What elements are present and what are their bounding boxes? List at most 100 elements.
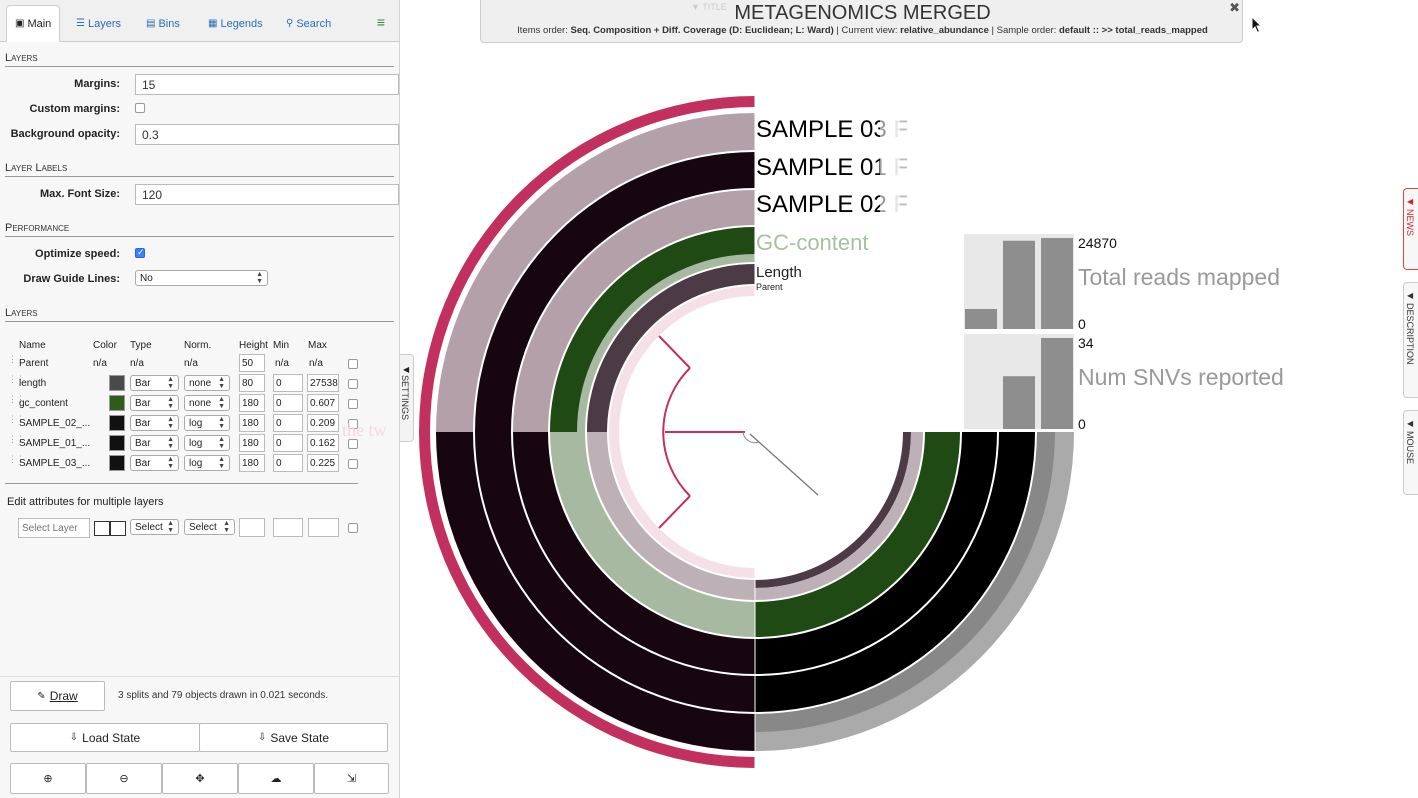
background-opacity-input[interactable] <box>135 124 399 145</box>
chart-title-1: Num SNVs reported <box>1078 364 1284 390</box>
layer-row-sample-02[interactable]: ⋮⋮ SAMPLE_02_... Bar ▲ ▼ log ▲ ▼ 180 0 0.209 <box>5 414 394 434</box>
layer-max-text: n/a <box>309 358 323 369</box>
layer-select-checkbox[interactable] <box>348 399 358 409</box>
draw-guide-lines-select[interactable]: No ▲ ▼ <box>135 270 268 286</box>
multi-select-checkbox[interactable] <box>348 523 358 533</box>
layer-norm-text: n/a <box>184 358 198 369</box>
export-button[interactable]: ⇲ <box>314 763 389 794</box>
layer-height-input[interactable]: 180 <box>239 434 265 452</box>
layer-name: Parent <box>19 358 49 369</box>
layer-max-input[interactable]: 0.225 <box>307 454 339 472</box>
news-tab[interactable]: ◀ NEWS <box>1403 188 1418 270</box>
layer-row-length[interactable]: ⋮⋮ length Bar ▲ ▼ none ▲ ▼ 80 0 27538 <box>5 374 394 394</box>
tab-layers[interactable]: ☰ Layers <box>68 5 129 42</box>
layer-row-gc-content[interactable]: ⋮⋮ gc_content Bar ▲ ▼ none ▲ ▼ 180 0 0.607 <box>5 394 394 414</box>
tab-search[interactable]: ⚲ Search <box>278 5 339 42</box>
drag-handle-icon[interactable]: ⋮⋮ <box>8 455 25 471</box>
layer-height-input[interactable]: 180 <box>239 454 265 472</box>
chart-max-label-0: 24870 <box>1078 235 1117 251</box>
layer-type-select[interactable]: Bar ▲ ▼ <box>130 415 179 431</box>
layer-type-select[interactable]: Bar ▲ ▼ <box>130 395 179 411</box>
select-arrows-icon: ▲ ▼ <box>218 376 225 390</box>
layer-type-select[interactable]: Bar ▲ ▼ <box>130 375 179 391</box>
multi-min-input[interactable] <box>273 518 303 537</box>
layer-norm-select[interactable]: none ▲ ▼ <box>184 375 230 391</box>
layer-min-input[interactable]: 0 <box>273 434 303 452</box>
draw-button[interactable]: ✎ Draw <box>10 681 105 711</box>
layers-table-section-title: Layers <box>5 307 394 322</box>
chart-title-0: Total reads mapped <box>1078 264 1280 290</box>
layer-row-sample-01[interactable]: ⋮⋮ SAMPLE_01_... Bar ▲ ▼ log ▲ ▼ 180 0 0.162 <box>5 434 394 454</box>
select-layer-input[interactable] <box>18 518 90 538</box>
tab-main[interactable]: ▣ Main <box>6 5 60 42</box>
performance-section-title: Performance <box>5 222 394 237</box>
close-icon[interactable]: ✖ <box>1229 0 1240 16</box>
layer-max-input[interactable]: 0.607 <box>307 394 339 412</box>
zoom-in-button[interactable]: ⊕ <box>10 763 86 794</box>
tab-bins[interactable]: ▤ Bins <box>138 5 188 42</box>
load-state-button[interactable]: ⇩ Load State <box>10 723 200 752</box>
layer-min-input[interactable]: 0 <box>273 454 303 472</box>
layer-color-swatch[interactable] <box>109 455 125 471</box>
layer-max-input[interactable]: 0.209 <box>307 414 339 432</box>
hamburger-menu-icon[interactable]: ≡ <box>377 14 385 30</box>
multi-max-input[interactable] <box>308 518 339 537</box>
optimize-speed-checkbox[interactable] <box>135 247 145 258</box>
layer-max-input[interactable]: 27538 <box>307 374 339 392</box>
drag-handle-icon[interactable]: ⋮⋮ <box>8 375 25 391</box>
layer-row-parent[interactable]: ⋮⋮ Parent n/a n/a n/a 50 n/a n/a <box>5 354 394 374</box>
chart-max-label-1: 34 <box>1078 335 1094 351</box>
divider <box>5 483 358 484</box>
layer-color-swatch[interactable] <box>109 395 125 411</box>
center-button[interactable]: ✥ <box>162 763 238 794</box>
layer-height-input[interactable]: 180 <box>239 414 265 432</box>
layer-type-select[interactable]: Bar ▲ ▼ <box>130 455 179 471</box>
layer-color-swatch[interactable] <box>109 435 125 451</box>
save-state-button[interactable]: ⇩ Save State <box>199 723 388 752</box>
layer-height-input[interactable]: 50 <box>239 354 265 372</box>
layer-select-checkbox[interactable] <box>348 379 358 389</box>
layer-min-input[interactable]: 0 <box>273 374 303 392</box>
custom-margins-checkbox[interactable] <box>135 103 145 113</box>
drag-handle-icon[interactable]: ⋮⋮ <box>8 435 25 451</box>
multi-type-select[interactable]: Select ▲ ▼ <box>130 519 179 535</box>
mouse-tab[interactable]: ◀ MOUSE <box>1403 410 1418 495</box>
select-arrows-icon: ▲ ▼ <box>167 396 174 410</box>
layer-select-checkbox[interactable] <box>348 359 358 369</box>
drag-handle-icon[interactable]: ⋮⋮ <box>8 395 25 411</box>
tab-bar: ▣ Main ☰ Layers ▤ Bins ▦ Legends ⚲ Searc… <box>0 0 399 42</box>
layer-color-swatch[interactable] <box>109 415 125 431</box>
multi-color-swatch-1[interactable] <box>94 521 110 536</box>
title-panel: ▼ TITLE METAGENOMICS MERGED ✖ Items orde… <box>480 0 1243 43</box>
mouse-tab-label: MOUSE <box>1405 431 1415 465</box>
multi-height-input[interactable] <box>239 518 265 537</box>
layer-name: SAMPLE_03_... <box>19 458 91 469</box>
layer-min-input[interactable]: 0 <box>273 414 303 432</box>
dendrogram <box>658 335 819 529</box>
layer-min-input[interactable]: 0 <box>273 394 303 412</box>
layer-type-select[interactable]: Bar ▲ ▼ <box>130 435 179 451</box>
layer-row-sample-03[interactable]: ⋮⋮ SAMPLE_03_... Bar ▲ ▼ log ▲ ▼ 180 0 0.225 <box>5 454 394 474</box>
layer-height-input[interactable]: 80 <box>239 374 265 392</box>
layer-norm-value: log <box>189 457 203 469</box>
multi-norm-select[interactable]: Select ▲ ▼ <box>184 519 235 535</box>
settings-toggle[interactable]: ◀ SETTINGS <box>400 354 414 442</box>
layer-norm-select[interactable]: none ▲ ▼ <box>184 395 230 411</box>
layer-norm-select[interactable]: log ▲ ▼ <box>184 435 230 451</box>
layer-norm-select[interactable]: log ▲ ▼ <box>184 455 230 471</box>
description-tab[interactable]: ◀ DESCRIPTION <box>1403 282 1418 398</box>
layer-norm-select[interactable]: log ▲ ▼ <box>184 415 230 431</box>
zoom-out-button[interactable]: ⊖ <box>86 763 162 794</box>
layer-select-checkbox[interactable] <box>348 459 358 469</box>
layer-max-input[interactable]: 0.162 <box>307 434 339 452</box>
upload-button[interactable]: ☁ <box>238 763 314 794</box>
tab-legends[interactable]: ▦ Legends <box>200 5 271 42</box>
drag-handle-icon[interactable]: ⋮⋮ <box>8 415 25 431</box>
layer-color-swatch[interactable] <box>109 375 125 391</box>
drag-handle-icon[interactable]: ⋮⋮ <box>8 355 25 371</box>
multi-color-swatch-2[interactable] <box>110 521 126 536</box>
margins-input[interactable] <box>135 74 399 95</box>
layer-height-input[interactable]: 180 <box>239 394 265 412</box>
description-tab-label: DESCRIPTION <box>1405 303 1415 365</box>
max-font-size-input[interactable] <box>135 184 399 205</box>
